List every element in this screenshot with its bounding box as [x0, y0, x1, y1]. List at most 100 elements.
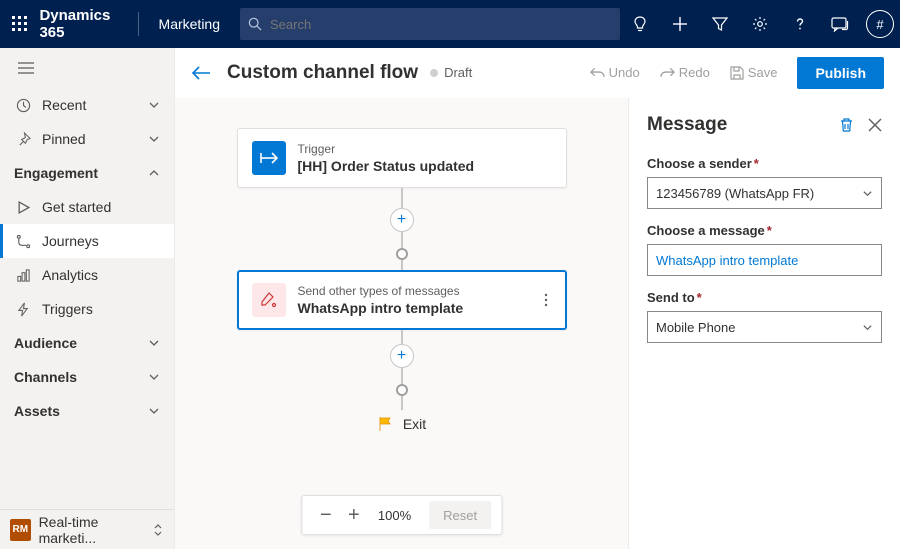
flag-icon	[377, 416, 393, 432]
message-field-label: Choose a message*	[647, 223, 882, 238]
sidebar-area-switcher[interactable]: RM Real-time marketi...	[0, 509, 174, 549]
connector-line	[401, 330, 403, 344]
group-label: Engagement	[14, 165, 98, 181]
module-name[interactable]: Marketing	[143, 16, 236, 32]
app-launcher-icon[interactable]	[0, 0, 39, 48]
command-bar: Custom channel flow Draft Undo Redo Save…	[175, 48, 900, 98]
sidebar-collapse-toggle[interactable]	[0, 56, 174, 80]
back-button[interactable]	[191, 66, 211, 80]
properties-panel: Message Choose a sender* 123456789 (What…	[628, 98, 900, 549]
trigger-node[interactable]: Trigger [HH] Order Status updated	[237, 128, 567, 188]
add-icon[interactable]	[660, 0, 700, 48]
sidebar-recent[interactable]: Recent	[0, 88, 174, 122]
sidebar-item-get-started[interactable]: Get started	[0, 190, 174, 224]
divider	[138, 12, 139, 36]
sidebar-pinned[interactable]: Pinned	[0, 122, 174, 156]
assistant-icon[interactable]	[620, 0, 660, 48]
add-node-button[interactable]: +	[390, 344, 414, 368]
message-value: WhatsApp intro template	[656, 253, 798, 268]
filter-icon[interactable]	[700, 0, 740, 48]
exit-node[interactable]: Exit	[377, 416, 426, 432]
sidebar-item-journeys[interactable]: Journeys	[0, 224, 174, 258]
zoom-value: 100%	[378, 508, 411, 523]
publish-button[interactable]: Publish	[797, 57, 884, 89]
area-badge: RM	[10, 519, 31, 541]
sidebar-group-engagement[interactable]: Engagement	[0, 156, 174, 190]
clock-icon	[14, 98, 32, 113]
sidebar-item-analytics[interactable]: Analytics	[0, 258, 174, 292]
chevron-down-icon	[148, 371, 160, 383]
redo-icon	[660, 66, 675, 80]
connector-line	[401, 260, 403, 270]
zoom-in-button[interactable]: +	[340, 501, 368, 529]
chevron-up-icon	[148, 167, 160, 179]
chevron-down-icon	[148, 99, 160, 111]
group-label: Audience	[14, 335, 77, 351]
global-search[interactable]	[240, 8, 620, 40]
add-node-button[interactable]: +	[390, 208, 414, 232]
search-input[interactable]	[270, 17, 612, 32]
trigger-title: [HH] Order Status updated	[298, 158, 475, 174]
journey-icon	[14, 234, 32, 249]
redo-button[interactable]: Redo	[652, 59, 718, 86]
delete-icon[interactable]	[839, 117, 854, 133]
help-icon[interactable]	[780, 0, 820, 48]
journey-canvas[interactable]: Trigger [HH] Order Status updated + Send…	[175, 98, 628, 549]
close-icon[interactable]	[868, 118, 882, 132]
chevron-down-icon	[148, 405, 160, 417]
save-label: Save	[748, 65, 778, 80]
sender-value: 123456789 (WhatsApp FR)	[656, 186, 814, 201]
connector-line	[401, 188, 403, 208]
node-more-menu[interactable]	[540, 289, 552, 311]
trigger-icon	[14, 302, 32, 317]
sidebar-group-audience[interactable]: Audience	[0, 326, 174, 360]
status-indicator	[430, 69, 438, 77]
trigger-category: Trigger	[298, 142, 475, 156]
sendto-select[interactable]: Mobile Phone	[647, 311, 882, 343]
sidebar-recent-label: Recent	[42, 97, 86, 113]
exit-label: Exit	[403, 416, 426, 432]
sender-select[interactable]: 123456789 (WhatsApp FR)	[647, 177, 882, 209]
zoom-reset-button[interactable]: Reset	[429, 501, 491, 529]
sidebar-pinned-label: Pinned	[42, 131, 86, 147]
chevron-down-icon	[862, 188, 873, 199]
message-node[interactable]: Send other types of messages WhatsApp in…	[237, 270, 567, 330]
play-icon	[14, 201, 32, 214]
sidebar-item-label: Get started	[42, 199, 111, 215]
sendto-value: Mobile Phone	[656, 320, 736, 335]
trigger-node-icon	[252, 141, 286, 175]
messenger-icon[interactable]	[820, 0, 860, 48]
sender-field-label: Choose a sender*	[647, 156, 882, 171]
save-icon	[730, 66, 744, 80]
top-nav-bar: Dynamics 365 Marketing #	[0, 0, 900, 48]
connector-line	[401, 368, 403, 384]
area-label: Real-time marketi...	[39, 514, 152, 546]
sidebar-item-triggers[interactable]: Triggers	[0, 292, 174, 326]
undo-label: Undo	[609, 65, 640, 80]
search-icon	[248, 17, 262, 31]
sidebar-item-label: Triggers	[42, 301, 93, 317]
sidebar-group-assets[interactable]: Assets	[0, 394, 174, 428]
sendto-field-label: Send to*	[647, 290, 882, 305]
sidebar-group-channels[interactable]: Channels	[0, 360, 174, 394]
zoom-control: − + 100% Reset	[301, 495, 502, 535]
sidebar-item-label: Analytics	[42, 267, 98, 283]
settings-icon[interactable]	[740, 0, 780, 48]
undo-button[interactable]: Undo	[582, 59, 648, 86]
chevron-down-icon	[862, 322, 873, 333]
message-select[interactable]: WhatsApp intro template	[647, 244, 882, 276]
avatar-initial: #	[876, 17, 883, 32]
main-area: Custom channel flow Draft Undo Redo Save…	[175, 48, 900, 549]
junction-node	[396, 248, 408, 260]
pin-icon	[14, 132, 32, 147]
message-title: WhatsApp intro template	[298, 300, 464, 316]
user-avatar[interactable]: #	[860, 0, 900, 48]
brand-name[interactable]: Dynamics 365	[39, 7, 133, 41]
junction-node	[396, 384, 408, 396]
save-button[interactable]: Save	[722, 59, 786, 86]
panel-title: Message	[647, 114, 827, 136]
zoom-out-button[interactable]: −	[312, 501, 340, 529]
group-label: Assets	[14, 403, 60, 419]
top-utility-icons: #	[620, 0, 900, 48]
chevron-down-icon	[148, 133, 160, 145]
